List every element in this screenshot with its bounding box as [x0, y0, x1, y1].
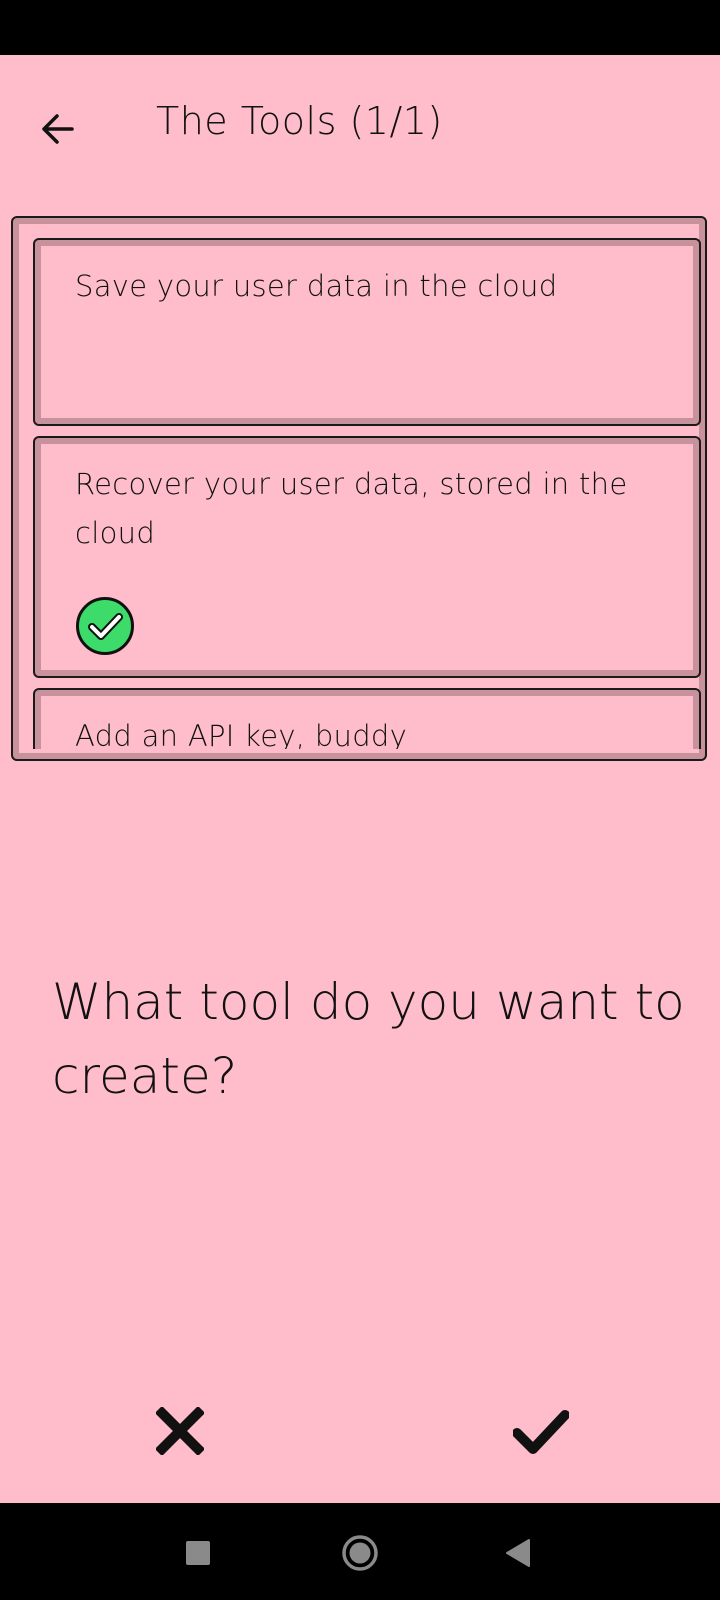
- tool-card-recover-data[interactable]: Recover your user data, stored in the cl…: [33, 436, 701, 678]
- circle-icon: [342, 1535, 378, 1571]
- page-title: The Tools (1/1): [156, 99, 443, 143]
- back-button[interactable]: [30, 101, 86, 157]
- checkmark-icon: [513, 1410, 569, 1454]
- tool-card-add-api-key[interactable]: Add an API key, buddy: [33, 688, 701, 749]
- system-back-button[interactable]: [490, 1525, 546, 1581]
- cancel-button[interactable]: [150, 1401, 210, 1461]
- recents-button[interactable]: [170, 1525, 226, 1581]
- confirm-button[interactable]: [508, 1401, 574, 1461]
- home-button[interactable]: [332, 1525, 388, 1581]
- top-bar: The Tools (1/1): [0, 55, 720, 200]
- tool-card-label: Add an API key, buddy: [75, 719, 408, 749]
- tool-card-label: Recover your user data, stored in the cl…: [75, 467, 628, 550]
- tool-card-save-data[interactable]: Save your user data in the cloud: [33, 238, 701, 426]
- close-icon: [156, 1407, 204, 1455]
- create-tool-question: What tool do you want to create?: [52, 973, 685, 1105]
- status-bar: [0, 0, 720, 55]
- tool-list[interactable]: Save your user data in the cloud Recover…: [11, 216, 707, 761]
- tool-list-viewport: Save your user data in the cloud Recover…: [13, 218, 705, 749]
- app-screen: The Tools (1/1) Save your user data in t…: [0, 55, 720, 1503]
- system-nav-bar: [0, 1503, 720, 1600]
- tool-card-label: Save your user data in the cloud: [75, 269, 558, 303]
- arrow-left-icon: [42, 114, 74, 144]
- triangle-back-icon: [506, 1539, 530, 1567]
- check-circle-icon: [76, 597, 134, 655]
- square-icon: [186, 1541, 210, 1565]
